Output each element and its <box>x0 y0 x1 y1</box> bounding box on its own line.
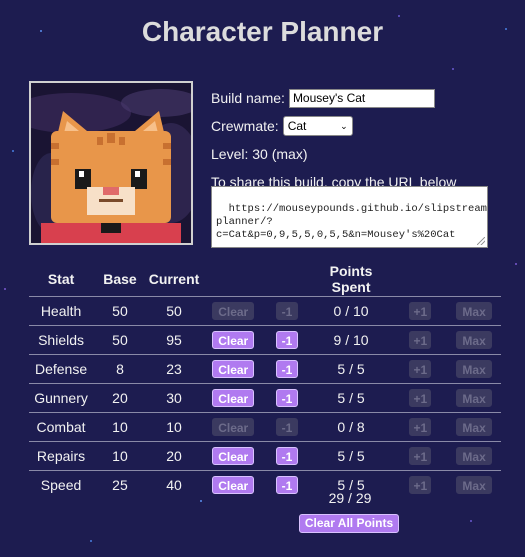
stat-name: Repairs <box>29 441 94 471</box>
header-stat: Stat <box>47 271 75 287</box>
clear-button[interactable]: Clear <box>212 360 255 378</box>
points-spent: 5 / 5 <box>308 441 394 471</box>
stat-name: Speed <box>29 470 94 499</box>
star-decoration <box>470 520 472 522</box>
share-url-textarea[interactable]: https://mouseypounds.github.io/slipstrea… <box>211 186 488 248</box>
character-portrait <box>29 81 193 245</box>
points-total: 29 / 29 <box>328 490 372 506</box>
stat-base: 50 <box>93 325 147 355</box>
decrement-button[interactable]: -1 <box>275 331 298 349</box>
star-decoration <box>4 288 6 290</box>
stat-current: 50 <box>146 296 202 326</box>
clear-button[interactable]: Clear <box>212 331 255 349</box>
header-base: Base <box>103 271 137 287</box>
stat-base: 10 <box>93 441 147 471</box>
crewmate-label: Crewmate: <box>211 118 279 134</box>
level-text: Level: 30 (max) <box>211 146 308 162</box>
stat-name: Combat <box>29 412 94 442</box>
decrement-button[interactable]: -1 <box>275 302 298 320</box>
build-name-input[interactable] <box>288 88 435 108</box>
share-url-text: https://mouseypounds.github.io/slipstrea… <box>216 203 488 241</box>
stat-base: 20 <box>93 383 147 413</box>
points-spent: 9 / 10 <box>308 325 394 355</box>
stat-row: Shields 50 95 Clear -1 9 / 10 +1 Max <box>29 325 501 355</box>
header-points-spent: Points Spent <box>329 263 373 295</box>
stat-current: 95 <box>146 325 202 355</box>
max-button[interactable]: Max <box>456 331 492 349</box>
stat-name: Defense <box>29 354 94 384</box>
increment-button[interactable]: +1 <box>409 389 432 407</box>
stat-current: 20 <box>146 441 202 471</box>
stat-row: Combat 10 10 Clear -1 0 / 8 +1 Max <box>29 412 501 442</box>
stat-current: 23 <box>146 354 202 384</box>
build-form: Build name: Crewmate: Cat ⌄ Level: 30 (m… <box>211 86 511 198</box>
stats-table: Stat Base Current Points Spent Health 50… <box>29 262 501 499</box>
stat-row: Health 50 50 Clear -1 0 / 10 +1 Max <box>29 296 501 326</box>
clear-button[interactable]: Clear <box>212 389 255 407</box>
decrement-button[interactable]: -1 <box>275 476 298 494</box>
stat-current: 30 <box>146 383 202 413</box>
decrement-button[interactable]: -1 <box>275 389 298 407</box>
chevron-down-icon: ⌄ <box>340 120 348 131</box>
build-name-label: Build name: <box>211 90 285 106</box>
stat-row: Speed 25 40 Clear -1 5 / 5 +1 Max <box>29 470 501 499</box>
clear-button[interactable]: Clear <box>212 302 255 320</box>
points-spent: 5 / 5 <box>308 383 394 413</box>
max-button[interactable]: Max <box>456 418 492 436</box>
star-decoration <box>452 68 454 70</box>
clear-button[interactable]: Clear <box>212 476 255 494</box>
stat-base: 8 <box>93 354 147 384</box>
stat-base: 10 <box>93 412 147 442</box>
stat-base: 50 <box>93 296 147 326</box>
star-decoration <box>90 540 92 542</box>
points-spent: 0 / 8 <box>308 412 394 442</box>
star-decoration <box>515 263 517 265</box>
increment-button[interactable]: +1 <box>409 331 432 349</box>
max-button[interactable]: Max <box>456 360 492 378</box>
stat-current: 10 <box>146 412 202 442</box>
crewmate-selected-value: Cat <box>287 119 307 133</box>
header-current: Current <box>148 271 200 287</box>
decrement-button[interactable]: -1 <box>275 447 298 465</box>
cat-portrait-image <box>31 83 191 243</box>
increment-button[interactable]: +1 <box>409 302 432 320</box>
clear-button[interactable]: Clear <box>212 418 255 436</box>
stat-current: 40 <box>146 470 202 499</box>
clear-button[interactable]: Clear <box>212 447 255 465</box>
decrement-button[interactable]: -1 <box>275 418 298 436</box>
max-button[interactable]: Max <box>456 447 492 465</box>
increment-button[interactable]: +1 <box>409 360 432 378</box>
points-spent: 0 / 10 <box>308 296 394 326</box>
increment-button[interactable]: +1 <box>409 418 432 436</box>
decrement-button[interactable]: -1 <box>275 360 298 378</box>
stat-name: Shields <box>29 325 94 355</box>
stat-row: Gunnery 20 30 Clear -1 5 / 5 +1 Max <box>29 383 501 413</box>
max-button[interactable]: Max <box>456 302 492 320</box>
stat-row: Repairs 10 20 Clear -1 5 / 5 +1 Max <box>29 441 501 471</box>
points-spent: 5 / 5 <box>308 354 394 384</box>
stat-row: Defense 8 23 Clear -1 5 / 5 +1 Max <box>29 354 501 384</box>
clear-all-points-button[interactable]: Clear All Points <box>299 514 399 533</box>
max-button[interactable]: Max <box>456 476 492 494</box>
page-title: Character Planner <box>141 16 384 47</box>
resize-handle-icon[interactable] <box>477 237 485 245</box>
max-button[interactable]: Max <box>456 389 492 407</box>
increment-button[interactable]: +1 <box>409 476 432 494</box>
increment-button[interactable]: +1 <box>409 447 432 465</box>
star-decoration <box>200 500 202 502</box>
stat-base: 25 <box>93 470 147 499</box>
stat-name: Health <box>29 296 94 326</box>
star-decoration <box>12 150 14 152</box>
crewmate-select[interactable]: Cat ⌄ <box>282 116 353 136</box>
stat-name: Gunnery <box>29 383 94 413</box>
